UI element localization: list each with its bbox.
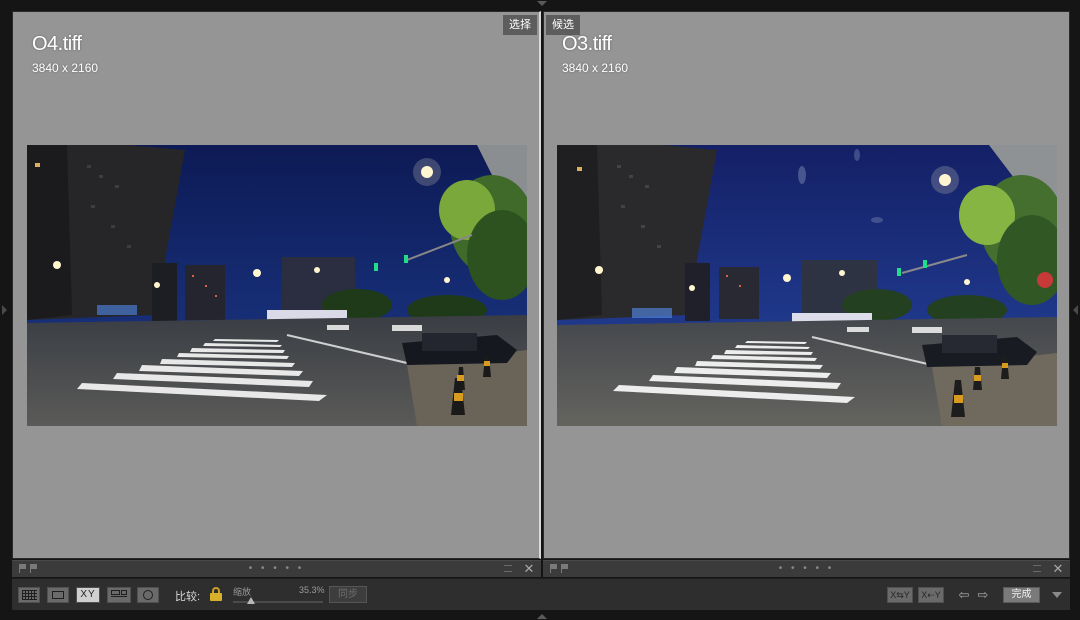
rating-dots[interactable]: • • • • •	[779, 563, 835, 574]
people-view-button[interactable]	[137, 587, 159, 603]
flag-icon[interactable]	[30, 564, 38, 573]
flag-icon[interactable]	[550, 564, 558, 573]
make-select-button[interactable]: X⇠Y	[918, 587, 944, 603]
bottom-panel-toggle-icon[interactable]	[537, 614, 547, 619]
candidate-photo[interactable]	[557, 145, 1057, 426]
close-icon[interactable]: ✕	[1051, 561, 1065, 577]
grid-view-icon	[22, 590, 37, 600]
sync-button[interactable]: 同步	[329, 586, 367, 603]
candidate-dimensions: 3840 x 2160	[562, 61, 629, 75]
people-view-icon	[143, 590, 153, 600]
grid-view-button[interactable]	[18, 587, 40, 603]
select-info-strip: • • • • • ✕	[12, 560, 541, 577]
compare-view-icon: XY	[80, 589, 96, 600]
street-night-photo	[27, 145, 527, 426]
zoom-slider-thumb[interactable]	[247, 597, 255, 604]
color-label-icon[interactable]	[504, 565, 512, 572]
compare-view-window: O4.tiff 3840 x 2160 选择 候选 O3.tiff 3840 x…	[0, 0, 1080, 620]
street-night-photo	[557, 145, 1057, 426]
select-pane[interactable]: O4.tiff 3840 x 2160 选择	[12, 11, 541, 559]
select-dimensions: 3840 x 2160	[32, 61, 99, 75]
left-panel-toggle-icon[interactable]	[2, 305, 7, 315]
loupe-view-icon	[52, 591, 64, 599]
candidate-info-strip: • • • • • ✕	[543, 560, 1070, 577]
arrow-right-icon[interactable]: ⇨	[975, 587, 991, 603]
top-panel-toggle-icon[interactable]	[537, 1, 547, 6]
select-filename: O4.tiff	[32, 33, 82, 55]
select-tag: 选择	[503, 15, 537, 35]
arrow-left-icon[interactable]: ⇦	[956, 587, 972, 603]
candidate-pane[interactable]: 候选 O3.tiff 3840 x 2160	[543, 11, 1070, 559]
select-photo[interactable]	[27, 145, 527, 426]
color-label-icon[interactable]	[1033, 565, 1041, 572]
candidate-filename: O3.tiff	[562, 33, 612, 55]
survey-view-button[interactable]	[107, 587, 131, 603]
zoom-slider[interactable]	[233, 597, 323, 604]
compare-label: 比较:	[175, 591, 201, 603]
flag-icon[interactable]	[561, 564, 569, 573]
done-button[interactable]: 完成	[1003, 587, 1040, 603]
swap-button[interactable]: X⇆Y	[887, 587, 913, 603]
loupe-view-button[interactable]	[47, 587, 69, 603]
chevron-down-icon[interactable]	[1052, 592, 1062, 598]
candidate-tag: 候选	[546, 15, 580, 35]
make-select-label: X⇠Y	[921, 590, 941, 600]
lock-icon[interactable]	[209, 586, 223, 602]
close-icon[interactable]: ✕	[522, 561, 536, 577]
rating-dots[interactable]: • • • • •	[249, 563, 305, 574]
compare-toolbar: XY 比较: 缩放 35.3% 同步 X⇆Y X⇠Y ⇦ ⇨ 完成	[12, 578, 1070, 610]
right-panel-toggle-icon[interactable]	[1073, 305, 1078, 315]
swap-label: X⇆Y	[890, 590, 910, 600]
compare-view-button[interactable]: XY	[76, 587, 100, 603]
flag-icon[interactable]	[19, 564, 27, 573]
zoom-value: 35.3%	[299, 585, 325, 595]
